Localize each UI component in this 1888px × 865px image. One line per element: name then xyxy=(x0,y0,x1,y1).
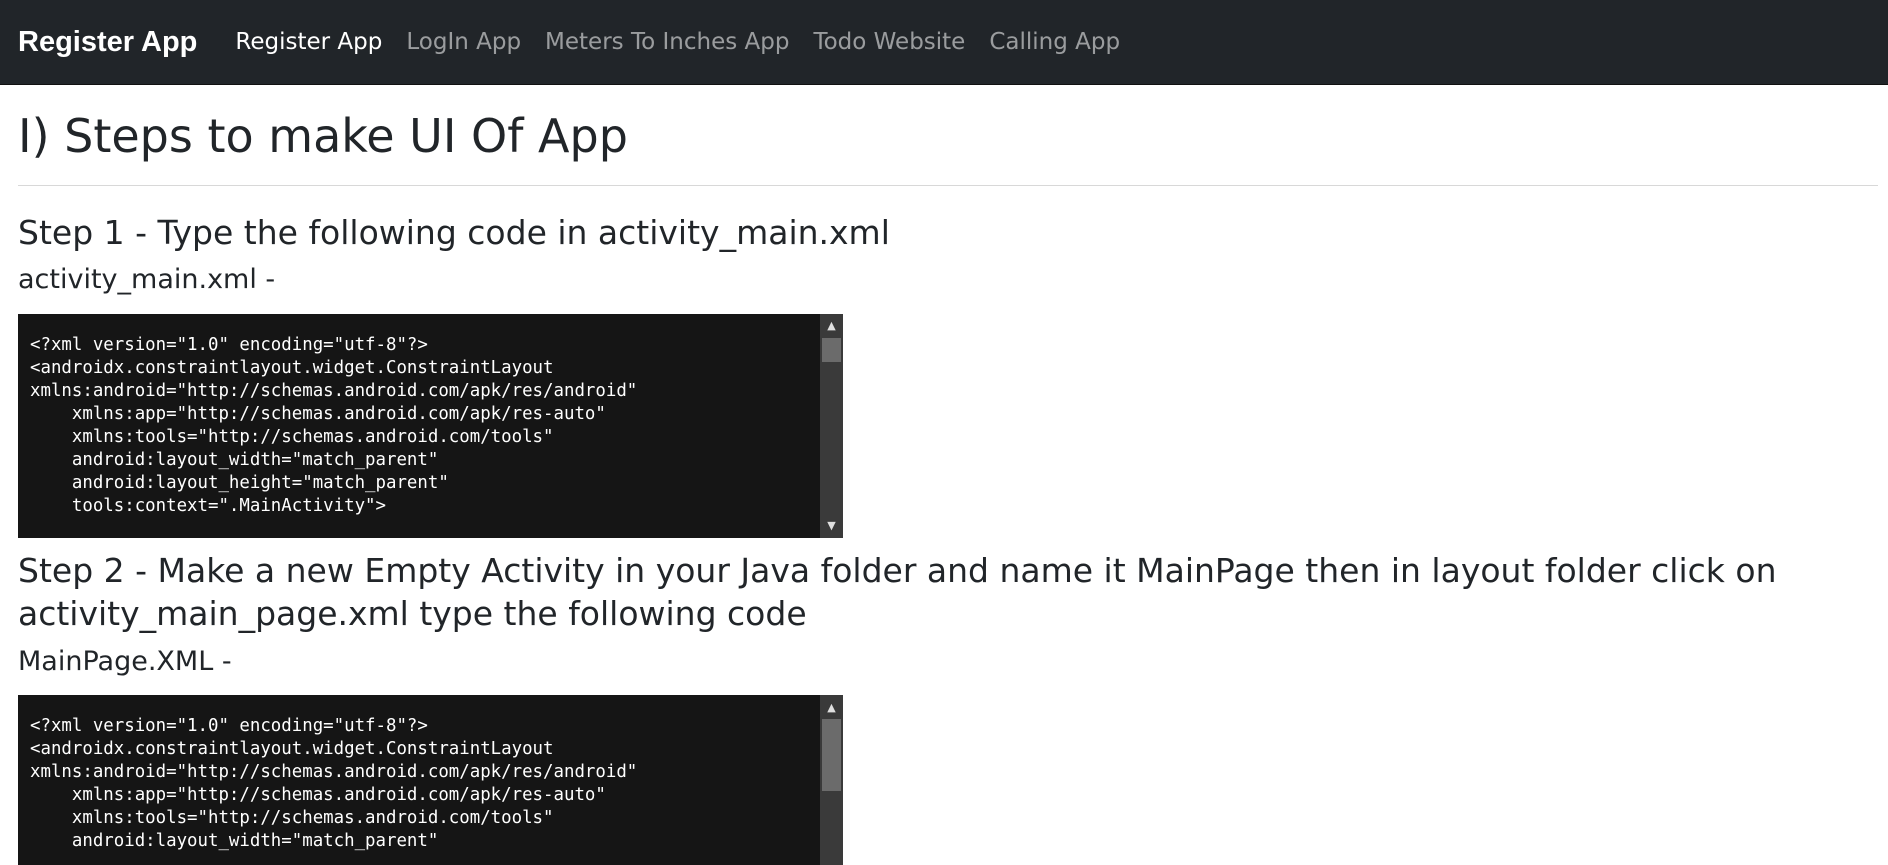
nav-links: Register App LogIn App Meters To Inches … xyxy=(235,29,1144,55)
step-2-code-block[interactable]: <?xml version="1.0" encoding="utf-8"?> <… xyxy=(18,695,843,865)
nav-link-meters-to-inches-app[interactable]: Meters To Inches App xyxy=(545,29,789,55)
step-1-code-block[interactable]: <?xml version="1.0" encoding="utf-8"?> <… xyxy=(18,313,843,538)
step-1-title: Step 1 - Type the following code in acti… xyxy=(18,212,890,252)
nav-link-todo-website[interactable]: Todo Website xyxy=(813,29,965,55)
top-navbar: Register App Register App LogIn App Mete… xyxy=(0,0,1888,85)
triangle-up-icon[interactable]: ▲ xyxy=(820,316,843,336)
divider xyxy=(18,184,1878,186)
step-2-file-label: MainPage.XML - xyxy=(18,645,232,677)
step-1-file-label: activity_main.xml - xyxy=(18,264,276,296)
nav-link-register-app[interactable]: Register App xyxy=(235,29,382,55)
navbar-brand[interactable]: Register App xyxy=(18,26,197,59)
step-2-code-scrollbar[interactable]: ▲ xyxy=(820,695,843,865)
triangle-down-icon[interactable]: ▼ xyxy=(820,516,843,536)
main-content: I) Steps to make UI Of App Step 1 - Type… xyxy=(18,85,1878,865)
step-2-title: Step 2 - Make a new Empty Activity in yo… xyxy=(18,550,1777,633)
step-2-scroll-thumb[interactable] xyxy=(822,719,841,792)
page-title: I) Steps to make UI Of App xyxy=(18,109,628,163)
nav-link-calling-app[interactable]: Calling App xyxy=(989,29,1120,55)
step-1-code-scrollbar[interactable]: ▲ ▼ xyxy=(820,313,843,538)
nav-link-login-app[interactable]: LogIn App xyxy=(406,29,521,55)
step-2-code-text[interactable]: <?xml version="1.0" encoding="utf-8"?> <… xyxy=(30,715,817,865)
step-1-scroll-thumb[interactable] xyxy=(822,337,841,362)
triangle-up-icon[interactable]: ▲ xyxy=(820,697,843,717)
step-1-code-text[interactable]: <?xml version="1.0" encoding="utf-8"?> <… xyxy=(30,334,817,534)
